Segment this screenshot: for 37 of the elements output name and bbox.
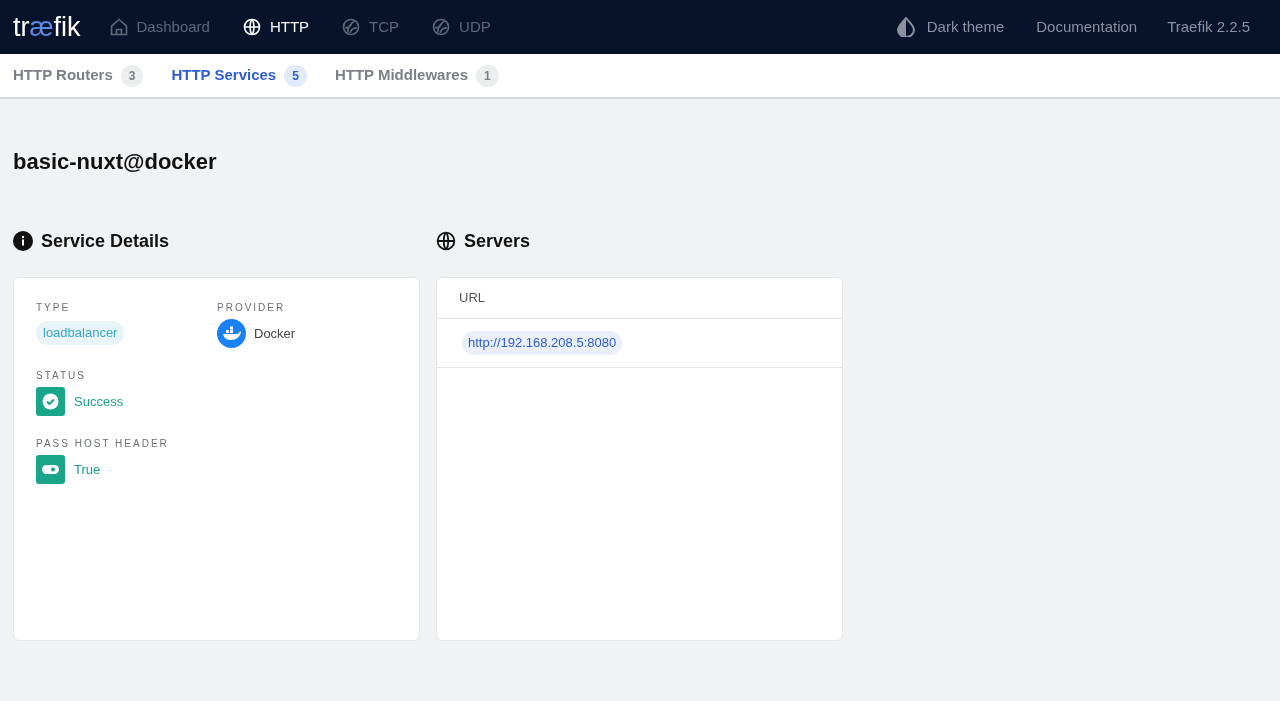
info-icon (13, 231, 33, 251)
count-badge: 1 (476, 64, 499, 87)
tab[interactable]: HTTP Services 5 (171, 64, 307, 87)
column-header: URL (459, 289, 485, 308)
page-title: basic-nuxt@docker (13, 148, 218, 176)
globe-icon (241, 17, 262, 37)
status-text: Success (74, 392, 124, 411)
section-heading: Service Details (13, 228, 420, 254)
nav-item[interactable]: Dashboard (108, 15, 210, 39)
section-heading: Servers (436, 228, 843, 254)
documentation-link[interactable]: Documentation (1036, 15, 1138, 39)
whale-icon (217, 319, 246, 348)
globe-icon (436, 231, 456, 251)
url-chip[interactable]: http://192.168.208.5:8080 (462, 331, 623, 355)
nav-item[interactable]: UDP (431, 15, 491, 39)
ball-icon (341, 17, 362, 37)
logo[interactable]: træfik (13, 13, 81, 41)
check-icon (36, 387, 65, 416)
provider-name: Docker (254, 324, 296, 343)
count-badge: 3 (120, 64, 144, 87)
ball-icon (431, 17, 452, 37)
nav-item[interactable]: HTTP (241, 15, 310, 39)
field-label: STATUS (36, 369, 86, 383)
field-label: PASS HOST HEADER (36, 437, 169, 451)
tab[interactable]: HTTP Routers 3 (13, 64, 144, 87)
pass-host-value: True (74, 460, 101, 479)
home-icon (108, 17, 129, 37)
theme-toggle[interactable]: Dark theme (896, 15, 1005, 39)
nav-item[interactable]: TCP (341, 15, 400, 39)
type-chip: loadbalancer (36, 321, 125, 345)
tab[interactable]: HTTP Middlewares 1 (334, 64, 499, 87)
version-label: Traefik 2.2.5 (1167, 16, 1250, 37)
field-label: TYPE (36, 301, 72, 315)
toggle-icon (36, 455, 65, 484)
droplet-icon (896, 17, 915, 37)
count-badge: 5 (284, 64, 307, 87)
field-label: PROVIDER (217, 301, 287, 315)
